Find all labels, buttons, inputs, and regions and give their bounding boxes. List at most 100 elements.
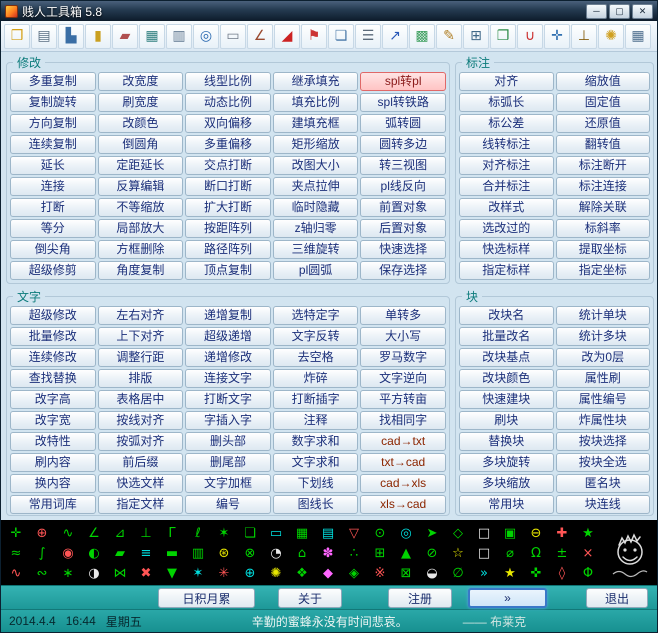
symbol-button[interactable]: ★ [575, 523, 601, 543]
command-button[interactable]: 删尾部 [185, 453, 271, 472]
command-button[interactable]: z轴归零 [272, 219, 359, 238]
command-button[interactable]: 超级修剪 [10, 261, 96, 280]
command-button[interactable]: 指定坐标 [555, 261, 650, 280]
command-button[interactable]: 翻转值 [555, 135, 650, 154]
command-button[interactable]: 超级修改 [10, 306, 96, 325]
symbol-button[interactable]: ☆ [445, 543, 471, 563]
symbol-button[interactable]: ▦ [289, 523, 315, 543]
command-button[interactable]: 标公差 [459, 114, 554, 133]
export-icon[interactable]: ↗ [382, 23, 408, 49]
symbol-button[interactable]: ⊖ [523, 523, 549, 543]
command-button[interactable]: 圆转多边 [360, 135, 446, 154]
command-button[interactable]: 扩大打断 [185, 198, 271, 217]
symbol-button[interactable]: ✶ [185, 563, 211, 583]
command-button[interactable]: 递增复制 [185, 306, 271, 325]
symbol-button[interactable]: ⌀ [497, 543, 523, 563]
about-button[interactable]: 关于 [278, 588, 342, 608]
command-button[interactable]: 线型比例 [185, 72, 271, 91]
command-button[interactable]: 块连线 [555, 495, 650, 514]
symbol-button[interactable]: ∴ [341, 543, 367, 563]
command-button[interactable]: 删头部 [185, 432, 271, 451]
command-button[interactable]: 改块名 [459, 306, 554, 325]
symbol-button[interactable]: ✺ [263, 563, 289, 583]
symbol-button[interactable]: ⊘ [419, 543, 445, 563]
command-button[interactable]: 指定标样 [459, 261, 554, 280]
command-button[interactable]: 继承填充 [272, 72, 359, 91]
command-button[interactable]: 改为0层 [555, 348, 650, 367]
command-button[interactable]: 统计单块 [555, 306, 650, 325]
command-button[interactable]: 按块选择 [555, 432, 650, 451]
symbol-button[interactable]: » [471, 563, 497, 583]
command-button[interactable]: 统计多块 [555, 327, 650, 346]
command-button[interactable]: spl转pl [360, 72, 446, 91]
notepad-icon[interactable]: ✎ [436, 23, 462, 49]
close-button[interactable]: ✕ [632, 3, 653, 19]
print-icon[interactable]: ▤ [31, 23, 57, 49]
command-button[interactable]: 大小写 [360, 327, 446, 346]
node-icon[interactable]: ✛ [544, 23, 570, 49]
symbol-button[interactable]: ∾ [29, 563, 55, 583]
symbol-button[interactable]: ❖ [289, 563, 315, 583]
command-button[interactable]: 改特性 [10, 432, 96, 451]
symbol-button[interactable]: □ [471, 543, 497, 563]
symbol-button[interactable]: ▭ [263, 523, 289, 543]
flag-icon[interactable]: ⚑ [301, 23, 327, 49]
symbol-button[interactable]: ✽ [315, 543, 341, 563]
protractor-icon[interactable]: ∠ [247, 23, 273, 49]
command-button[interactable]: 角度复制 [97, 261, 184, 280]
stats-icon[interactable]: ▙ [58, 23, 84, 49]
palette-icon[interactable]: ▩ [409, 23, 435, 49]
command-button[interactable]: 延长 [10, 156, 96, 175]
command-button[interactable]: 标斜率 [555, 219, 650, 238]
expand-button[interactable]: » [468, 588, 547, 608]
command-button[interactable]: 连续修改 [10, 348, 96, 367]
command-button[interactable]: 等分 [10, 219, 96, 238]
symbol-button[interactable]: ◇ [445, 523, 471, 543]
form-icon[interactable]: ▥ [166, 23, 192, 49]
command-button[interactable]: 单转多 [360, 306, 446, 325]
command-button[interactable]: 多块旋转 [459, 453, 554, 472]
command-button[interactable]: 改宽度 [97, 72, 184, 91]
command-button[interactable]: 合并标注 [459, 177, 554, 196]
open-icon[interactable]: ❒ [4, 23, 30, 49]
symbol-button[interactable]: ※ [367, 563, 393, 583]
command-button[interactable]: 刷内容 [10, 453, 96, 472]
command-button[interactable]: txt→cad [360, 453, 446, 472]
command-button[interactable]: 多重复制 [10, 72, 96, 91]
symbol-button[interactable]: ◊ [549, 563, 575, 583]
command-button[interactable]: 编号 [185, 495, 271, 514]
command-button[interactable]: 多块缩放 [459, 474, 554, 493]
command-button[interactable]: 快选标样 [459, 240, 554, 259]
command-button[interactable]: 标弧长 [459, 93, 554, 112]
command-button[interactable]: 按弧对齐 [97, 432, 184, 451]
command-button[interactable]: 多重偏移 [185, 135, 271, 154]
command-button[interactable]: 弧转圆 [360, 114, 446, 133]
command-button[interactable]: 打断插字 [272, 390, 359, 409]
exit-button[interactable]: 退出 [586, 588, 648, 608]
command-button[interactable]: 快速建块 [459, 390, 554, 409]
command-button[interactable]: 左右对齐 [97, 306, 184, 325]
command-button[interactable]: pl线反向 [360, 177, 446, 196]
symbol-button[interactable]: ✶ [211, 523, 237, 543]
symbol-button[interactable]: ▼ [159, 563, 185, 583]
symbol-button[interactable]: Φ [575, 563, 601, 583]
command-button[interactable]: 批量改名 [459, 327, 554, 346]
command-button[interactable]: 替换块 [459, 432, 554, 451]
symbol-button[interactable]: ▥ [185, 543, 211, 563]
command-button[interactable]: 保存选择 [360, 261, 446, 280]
command-button[interactable]: 局部放大 [97, 219, 184, 238]
command-button[interactable]: 动态比例 [185, 93, 271, 112]
symbol-button[interactable]: ▤ [315, 523, 341, 543]
command-button[interactable]: pl圆弧 [272, 261, 359, 280]
command-button[interactable]: 夹点拉伸 [272, 177, 359, 196]
command-button[interactable]: 提取坐标 [555, 240, 650, 259]
command-button[interactable]: 后置对象 [360, 219, 446, 238]
command-button[interactable]: 选改过的 [459, 219, 554, 238]
slope-icon[interactable]: ◢ [274, 23, 300, 49]
command-button[interactable]: 定距延长 [97, 156, 184, 175]
command-button[interactable]: 炸碎 [272, 369, 359, 388]
symbol-button[interactable]: ⊕ [29, 523, 55, 543]
command-button[interactable]: 刷块 [459, 411, 554, 430]
command-button[interactable]: 断口打断 [185, 177, 271, 196]
command-button[interactable]: 改图大小 [272, 156, 359, 175]
